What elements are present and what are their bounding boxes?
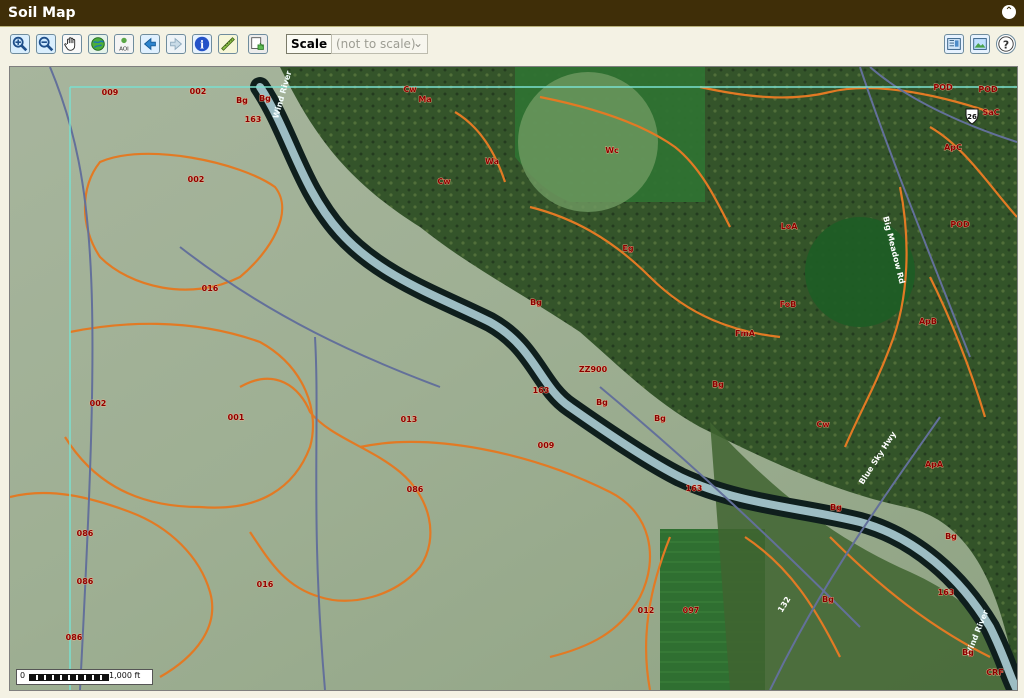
soil-unit-label: ApA (925, 460, 944, 469)
soil-unit-label: 016 (257, 580, 274, 589)
scale-start-label: 0 (20, 671, 26, 680)
soil-unit-label: LoA (781, 222, 799, 231)
globe-icon[interactable] (88, 34, 108, 54)
soil-unit-label: 002 (188, 175, 205, 184)
layers-icon[interactable] (944, 34, 964, 54)
soil-unit-label: Cw (403, 85, 417, 94)
collapse-icon[interactable]: ⌃ (1002, 5, 1016, 19)
soil-unit-label: Ma (418, 95, 431, 104)
panel-title: Soil Map (8, 5, 76, 21)
map-toolbar: AOI i Scale (not to scale) ? (0, 27, 1024, 63)
scale-dropdown[interactable]: (not to scale) (331, 34, 428, 54)
soil-unit-label: Bg (654, 414, 666, 423)
center-pivot-field (518, 72, 658, 212)
help-icon[interactable]: ? (996, 34, 1016, 54)
soil-unit-label: 001 (228, 413, 245, 422)
soil-unit-label: 016 (202, 284, 219, 293)
soil-unit-label: 009 (538, 441, 555, 450)
soil-unit-label: 002 (190, 87, 207, 96)
svg-text:?: ? (1003, 39, 1009, 52)
soil-unit-label: FmA (735, 329, 756, 338)
soil-map-panel: Soil Map ⌃ AOI i Scale (not to scale) ? (0, 0, 1024, 698)
soil-unit-label: Eg (622, 244, 633, 253)
soil-unit-label: ApB (919, 317, 937, 326)
soil-unit-label: 012 (638, 606, 655, 615)
soil-unit-label: 013 (401, 415, 418, 424)
soil-unit-label: Bg (236, 96, 248, 105)
soil-unit-label: POD (950, 220, 970, 229)
soil-unit-label: CRF (986, 668, 1004, 677)
soil-unit-label: Bg (712, 380, 724, 389)
info-icon[interactable]: i (192, 34, 212, 54)
soil-unit-label: 163 (245, 115, 262, 124)
scale-bar-graphic (29, 674, 109, 681)
soil-unit-label: FoB (780, 300, 797, 309)
title-bar: Soil Map ⌃ (0, 0, 1024, 27)
soil-map-view[interactable]: Wind River Wind River Big Meadow Rd Blue… (9, 66, 1018, 691)
aoi-icon[interactable]: AOI (114, 34, 134, 54)
soil-unit-label: 086 (77, 577, 94, 586)
soil-unit-label: 163 (686, 484, 703, 493)
zoom-in-icon[interactable] (10, 34, 30, 54)
soil-unit-label: 002 (90, 399, 107, 408)
soil-unit-label: Bg (596, 398, 608, 407)
scale-button[interactable]: Scale (286, 34, 333, 54)
soil-unit-label: SaC (982, 108, 999, 117)
soil-unit-label: 086 (407, 485, 424, 494)
soil-unit-label: Bg (830, 503, 842, 512)
soil-unit-label: Cw (437, 177, 451, 186)
svg-text:AOI: AOI (119, 46, 129, 52)
soil-unit-label: 163 (533, 386, 550, 395)
soil-unit-label: 009 (102, 88, 119, 97)
soil-unit-label: 086 (77, 529, 94, 538)
pan-hand-icon[interactable] (62, 34, 82, 54)
measure-ruler-icon[interactable] (218, 34, 238, 54)
highway-shield-label: 26 (967, 113, 977, 121)
soil-unit-label: Wc (605, 146, 619, 155)
back-arrow-icon[interactable] (140, 34, 160, 54)
scale-bar: 0 1,000 ft (16, 669, 153, 685)
soil-unit-label: POD (978, 85, 998, 94)
soil-unit-label: 097 (683, 606, 700, 615)
soil-unit-label: Bg (822, 595, 834, 604)
soil-unit-label: 086 (66, 633, 83, 642)
soil-unit-label: Bg (945, 532, 957, 541)
soil-unit-label: ApC (944, 143, 962, 152)
soil-unit-label: Cw (816, 420, 830, 429)
export-map-icon[interactable] (248, 34, 268, 54)
forward-arrow-icon[interactable] (166, 34, 186, 54)
map-view-icon[interactable] (970, 34, 990, 54)
soil-unit-label: Bg (259, 94, 271, 103)
soil-unit-label: 163 (938, 588, 955, 597)
soil-unit-label: Bg (962, 648, 974, 657)
satellite-soil-map[interactable]: Wind River Wind River Big Meadow Rd Blue… (10, 67, 1017, 690)
zoom-out-icon[interactable] (36, 34, 56, 54)
scale-end-label: 1,000 ft (109, 671, 141, 680)
soil-unit-label: POD (933, 83, 953, 92)
soil-unit-label: ZZ900 (579, 365, 608, 374)
soil-unit-label: Wa (485, 157, 499, 166)
soil-unit-label: Bg (530, 298, 542, 307)
svg-text:i: i (200, 39, 204, 52)
